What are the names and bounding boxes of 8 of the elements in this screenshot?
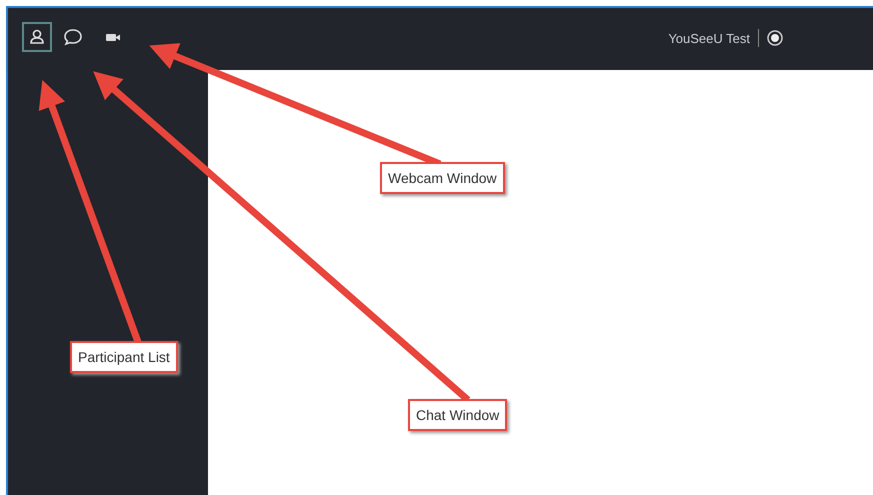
- record-icon[interactable]: [767, 30, 783, 46]
- person-icon: [27, 27, 47, 47]
- callout-label: Participant List: [70, 341, 178, 373]
- speech-bubble-icon: [63, 27, 83, 47]
- person-tab[interactable]: [22, 22, 52, 52]
- callout-label: Chat Window: [408, 399, 508, 431]
- callout-label: Webcam Window: [380, 162, 505, 194]
- session-title: YouSeeU Test: [668, 30, 750, 46]
